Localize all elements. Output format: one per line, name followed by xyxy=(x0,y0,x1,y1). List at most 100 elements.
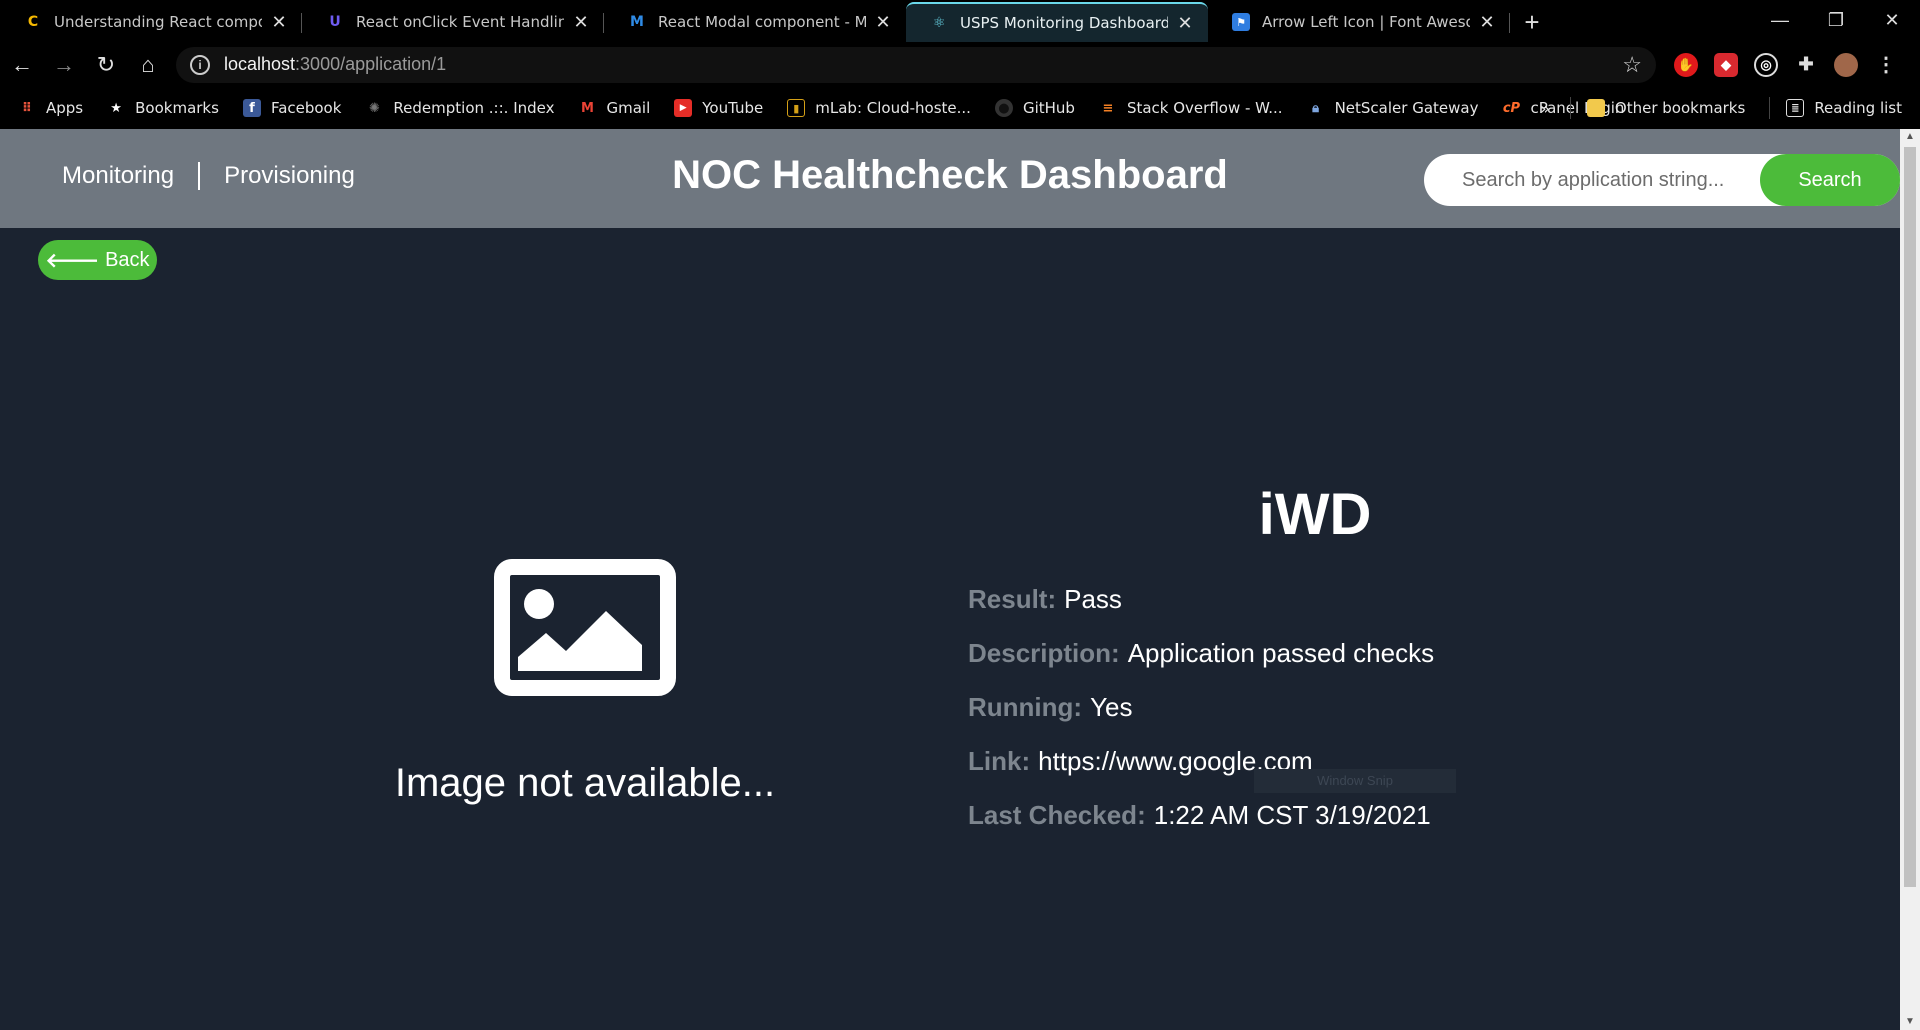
scrollbar-thumb[interactable] xyxy=(1904,147,1916,887)
image-unavailable-text: Image not available... xyxy=(394,761,776,805)
browser-toolbar: ← → ↻ ⌂ i localhost:3000/application/1 ☆… xyxy=(0,42,1920,87)
window-snip-overlay: Window Snip xyxy=(1254,769,1456,793)
lock-icon: 🔒︎ xyxy=(1312,100,1320,116)
detail-label: Link: xyxy=(968,746,1031,776)
flag-icon: ⚑ xyxy=(1232,13,1250,31)
bookmark-github[interactable]: ● GitHub xyxy=(994,99,1075,117)
bookmarks-overflow-chevron-icon[interactable]: » xyxy=(1540,99,1550,118)
detail-value: Pass xyxy=(1064,584,1122,614)
detail-result: Result: Pass xyxy=(968,584,1434,638)
puzzle-extensions-icon[interactable]: ✚ xyxy=(1794,53,1818,77)
redemption-icon: ✺ xyxy=(368,100,380,116)
home-icon[interactable]: ⌂ xyxy=(128,47,168,83)
react-atom-icon: ⚛ xyxy=(932,15,946,31)
search-input[interactable] xyxy=(1462,168,1752,192)
apps-grid-icon: ⠿ xyxy=(21,100,33,116)
back-button-label: Back xyxy=(105,248,150,271)
cpanel-icon: cP xyxy=(1502,100,1521,116)
scroll-up-icon[interactable]: ▲ xyxy=(1900,129,1920,145)
mui-logo-icon: M xyxy=(630,14,644,30)
page-scrollbar[interactable]: ▲ ▼ xyxy=(1900,129,1920,1030)
youtube-icon: ▶ xyxy=(674,99,693,117)
app-header: Monitoring Provisioning NOC Healthcheck … xyxy=(0,129,1900,228)
restore-icon[interactable]: ❐ xyxy=(1808,0,1864,40)
star-icon: ★ xyxy=(110,100,122,116)
scroll-down-icon[interactable]: ▼ xyxy=(1900,1014,1920,1030)
back-arrow-icon[interactable]: ← xyxy=(2,47,42,83)
profile-avatar-icon[interactable] xyxy=(1834,52,1858,77)
back-button[interactable]: 🡐 Back xyxy=(38,240,157,280)
detail-label: Last Checked: xyxy=(968,800,1146,830)
detail-label: Running: xyxy=(968,692,1083,722)
bookmark-apps[interactable]: ⠿ Apps xyxy=(18,99,83,117)
bookmarks-right: » Other bookmarks ≣ Reading list xyxy=(1540,87,1902,129)
target-extension-icon[interactable]: ◎ xyxy=(1754,52,1778,77)
bookmark-mlab[interactable]: ▮ mLab: Cloud-hoste... xyxy=(787,99,971,117)
bookmark-star-icon[interactable]: ☆ xyxy=(1622,52,1642,78)
page-content: Monitoring Provisioning NOC Healthcheck … xyxy=(0,129,1900,1030)
brand-u-icon: U xyxy=(329,14,341,30)
url-host: localhost xyxy=(224,54,296,74)
close-tab-icon[interactable]: ✕ xyxy=(270,12,288,33)
tab-title: React Modal component - Mater xyxy=(658,13,866,31)
reading-list[interactable]: ≣ Reading list xyxy=(1786,99,1902,117)
search-button[interactable]: Search xyxy=(1760,154,1900,206)
close-tab-icon[interactable]: ✕ xyxy=(1176,13,1194,34)
tab-title: React onClick Event Handling (W xyxy=(356,13,564,31)
detail-value: Yes xyxy=(1090,692,1133,722)
tab-title: USPS Monitoring Dashboard xyxy=(960,14,1168,32)
bookmarks-bar: ⠿ Apps ★ Bookmarks f Facebook ✺ Redemption .… xyxy=(0,87,1920,129)
bookmark-youtube[interactable]: ▶ YouTube xyxy=(674,99,763,117)
detail-running: Running: Yes xyxy=(968,692,1434,746)
address-bar[interactable]: i localhost:3000/application/1 ☆ xyxy=(176,46,1656,83)
url-path: :3000/application/1 xyxy=(295,54,447,74)
close-tab-icon[interactable]: ✕ xyxy=(1478,12,1496,33)
application-details: Result: Pass Description: Application pass… xyxy=(968,584,1434,854)
browser-tab[interactable]: U React onClick Event Handling (W ✕ xyxy=(302,2,604,42)
minimize-icon[interactable]: — xyxy=(1752,0,1808,40)
loading-spinner-icon: C xyxy=(27,14,39,30)
bookmark-redemption[interactable]: ✺ Redemption .::. Index xyxy=(365,99,555,117)
window-controls: — ❐ ✕ xyxy=(1752,0,1920,40)
bookmark-bookmarks[interactable]: ★ Bookmarks xyxy=(107,99,219,117)
arrow-left-icon: 🡐 xyxy=(45,249,100,272)
tab-strip: C Understanding React component ✕ U Reac… xyxy=(0,0,1920,42)
bookmark-facebook[interactable]: f Facebook xyxy=(242,99,341,117)
reading-list-icon: ≣ xyxy=(1786,99,1805,117)
browser-tab[interactable]: ⚑ Arrow Left Icon | Font Awesome ✕ xyxy=(1208,2,1510,42)
menu-kebab-icon[interactable]: ⋮ xyxy=(1874,53,1898,77)
browser-tab-active[interactable]: ⚛ USPS Monitoring Dashboard ✕ xyxy=(906,2,1208,42)
detail-last-checked: Last Checked: 1:22 AM CST 3/19/2021 xyxy=(968,800,1434,854)
github-icon: ● xyxy=(994,99,1013,117)
application-name: iWD xyxy=(1258,482,1372,547)
extensions-area: ✋ ◆ ◎ ✚ ⋮ xyxy=(1674,52,1898,77)
reload-icon[interactable]: ↻ xyxy=(86,47,126,83)
gmail-icon: M xyxy=(581,100,594,116)
bookmark-gmail[interactable]: M Gmail xyxy=(579,99,650,117)
browser-tab[interactable]: M React Modal component - Mater ✕ xyxy=(604,2,906,42)
stackoverflow-icon: ≡ xyxy=(1102,100,1114,116)
detail-value: 1:22 AM CST 3/19/2021 xyxy=(1153,800,1431,830)
forward-arrow-icon[interactable]: → xyxy=(44,47,84,83)
new-tab-button[interactable]: + xyxy=(1510,2,1554,42)
detail-description: Description: Application passed checks xyxy=(968,638,1434,692)
close-tab-icon[interactable]: ✕ xyxy=(874,12,892,33)
bookmark-stackoverflow[interactable]: ≡ Stack Overflow - W... xyxy=(1099,99,1282,117)
detail-label: Result: xyxy=(968,584,1057,614)
browser-tab[interactable]: C Understanding React component ✕ xyxy=(0,2,302,42)
image-placeholder-icon xyxy=(494,559,676,696)
detail-label: Description: xyxy=(968,638,1120,668)
site-info-icon[interactable]: i xyxy=(190,54,210,75)
folder-icon xyxy=(1586,99,1605,117)
adblock-extension-icon[interactable]: ✋ xyxy=(1674,52,1698,77)
extension-icon[interactable]: ◆ xyxy=(1714,52,1738,77)
close-window-icon[interactable]: ✕ xyxy=(1864,0,1920,40)
detail-value: Application passed checks xyxy=(1127,638,1435,668)
other-bookmarks[interactable]: Other bookmarks xyxy=(1586,99,1745,117)
mlab-icon: ▮ xyxy=(787,99,806,117)
bookmark-netscaler[interactable]: 🔒︎ NetScaler Gateway xyxy=(1307,99,1478,117)
close-tab-icon[interactable]: ✕ xyxy=(572,12,590,33)
search-form: Search xyxy=(1424,154,1900,206)
facebook-icon: f xyxy=(242,99,261,117)
tab-title: Understanding React component xyxy=(54,13,262,31)
